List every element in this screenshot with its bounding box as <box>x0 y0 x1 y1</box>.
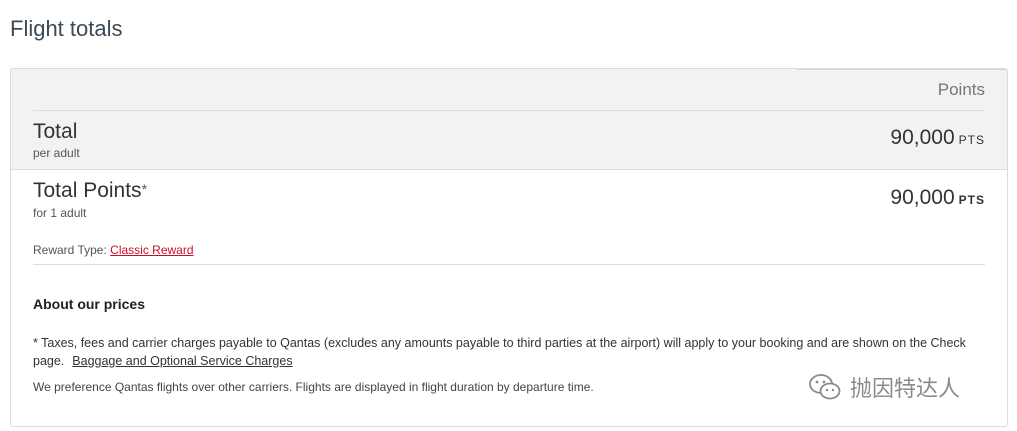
reward-type-label: Reward Type: <box>33 243 107 257</box>
preference-note: We preference Qantas flights over other … <box>33 380 594 394</box>
wechat-icon <box>808 373 842 401</box>
taxes-note: * Taxes, fees and carrier charges payabl… <box>33 334 973 370</box>
classic-reward-link[interactable]: Classic Reward <box>110 243 193 257</box>
points-column-header: Points <box>937 80 985 99</box>
total-points-label: Total Points* <box>33 179 147 203</box>
watermark: 抛因特达人 <box>808 371 960 403</box>
total-points-sublabel: for 1 adult <box>33 206 87 220</box>
section-divider <box>33 264 985 265</box>
total-points-label-text: Total Points <box>33 179 142 202</box>
total-points-asterisk: * <box>141 181 148 197</box>
total-sublabel: per adult <box>33 146 80 160</box>
total-amount: 90,000 PTS <box>890 126 985 150</box>
about-prices-heading: About our prices <box>33 296 146 312</box>
column-header-line <box>797 69 1007 70</box>
total-label: Total <box>33 120 78 143</box>
total-points-amount-value: 90,000 <box>890 186 955 209</box>
page-title: Flight totals <box>10 16 123 41</box>
header-divider <box>33 110 985 111</box>
watermark-text: 抛因特达人 <box>850 377 961 402</box>
total-summary-band <box>11 69 1007 170</box>
baggage-charges-link[interactable]: Baggage and Optional Service Charges <box>72 354 292 368</box>
reward-type: Reward Type: Classic Reward <box>33 243 194 257</box>
total-amount-value: 90,000 <box>890 126 955 149</box>
total-points-amount: 90,000 PTS <box>890 186 985 210</box>
total-points-amount-unit: PTS <box>958 193 985 207</box>
total-amount-unit: PTS <box>958 133 985 147</box>
